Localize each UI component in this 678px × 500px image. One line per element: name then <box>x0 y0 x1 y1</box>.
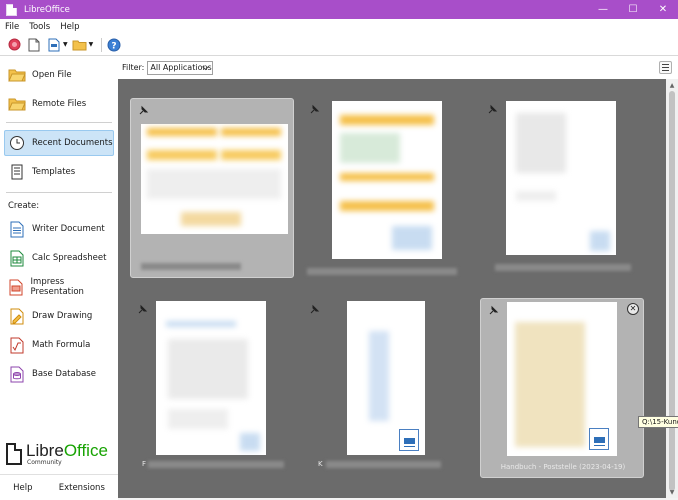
recent-document-card[interactable] <box>480 98 644 278</box>
writer-document-icon <box>589 428 609 450</box>
libreoffice-icon <box>6 3 17 16</box>
writer-icon <box>8 220 26 238</box>
filter-label: Filter: <box>122 63 145 72</box>
menu-help[interactable]: Help <box>60 22 79 32</box>
base-icon <box>8 365 26 383</box>
recent-document-card[interactable]: ✕ Handbuch - Poststelle (2023-04-19) <box>480 298 644 478</box>
document-thumbnail <box>507 302 617 456</box>
menu-tools[interactable]: Tools <box>29 22 50 32</box>
draw-icon <box>8 307 26 325</box>
help-icon: ? <box>107 38 121 51</box>
calc-icon <box>8 249 26 267</box>
stop-icon <box>8 38 20 51</box>
recent-document-card[interactable]: K <box>302 298 466 478</box>
filter-bar: Filter: All Applications <box>118 56 678 79</box>
folder-open-icon <box>8 66 26 84</box>
document-title-blurred <box>148 461 284 468</box>
logo-document-icon <box>6 443 22 465</box>
toolbar: ▼ ▼ ? <box>0 34 678 56</box>
maximize-button[interactable]: ☐ <box>618 0 648 19</box>
template-icon <box>48 38 60 51</box>
scroll-up-icon[interactable]: ▲ <box>668 81 676 89</box>
recent-document-card[interactable] <box>302 98 466 278</box>
remote-folder-icon <box>8 95 26 113</box>
path-tooltip: Q:\15-Kund <box>638 416 678 428</box>
recent-document-card[interactable] <box>130 98 294 278</box>
sidebar-footer: Help Extensions <box>0 474 118 500</box>
document-thumbnail <box>141 124 288 234</box>
logo-community: Community <box>27 458 62 466</box>
open-button[interactable] <box>72 37 88 53</box>
pin-icon[interactable] <box>139 105 149 115</box>
document-thumbnail <box>347 301 425 455</box>
chevron-down-icon <box>201 64 210 73</box>
pin-icon[interactable] <box>138 304 148 314</box>
help-button[interactable]: Help <box>13 483 32 493</box>
window-title: LibreOffice <box>24 4 70 15</box>
hamburger-menu-button[interactable] <box>659 61 672 74</box>
sidebar-item-remote-files[interactable]: Remote Files <box>4 91 114 117</box>
toolbar-separator <box>101 37 103 52</box>
sidebar-item-open-file[interactable]: Open File <box>4 62 114 88</box>
math-icon <box>8 336 26 354</box>
document-title: K <box>318 460 323 468</box>
minimize-button[interactable]: — <box>588 0 618 19</box>
document-title-blurred <box>307 268 457 275</box>
stop-button[interactable] <box>6 37 22 53</box>
logo-brand: LibreOffice <box>26 440 108 460</box>
pin-icon[interactable] <box>489 305 499 315</box>
new-document-button[interactable] <box>26 37 42 53</box>
chevron-down-icon[interactable]: ▼ <box>89 41 94 48</box>
svg-text:?: ? <box>112 41 117 51</box>
templates-toolbar-button[interactable] <box>46 37 62 53</box>
document-title-blurred <box>495 264 631 271</box>
close-button[interactable]: ✕ <box>648 0 678 19</box>
blank-document-icon <box>28 38 40 51</box>
sidebar-item-draw-drawing[interactable]: Draw Drawing <box>4 303 114 329</box>
sidebar-divider <box>6 192 112 193</box>
writer-document-icon <box>399 429 419 451</box>
clock-icon <box>8 134 26 152</box>
document-title: Handbuch - Poststelle (2023-04-19) <box>500 463 626 471</box>
start-center-sidebar: Open File Remote Files Recent Documents … <box>0 56 118 500</box>
document-title-blurred <box>326 461 441 468</box>
menu-bar: File Tools Help <box>0 19 678 34</box>
create-label: Create: <box>8 201 40 211</box>
document-thumbnail <box>506 101 616 255</box>
chevron-down-icon[interactable]: ▼ <box>63 41 68 48</box>
document-title: F <box>142 460 147 468</box>
libreoffice-logo: LibreOffice Community <box>6 440 114 468</box>
scroll-down-icon[interactable]: ▼ <box>668 488 676 496</box>
title-bar: LibreOffice — ☐ ✕ <box>0 0 678 19</box>
document-thumbnail <box>156 301 266 455</box>
document-thumbnail <box>332 101 442 259</box>
sidebar-divider <box>6 122 112 123</box>
document-title-blurred <box>141 263 241 270</box>
pin-icon[interactable] <box>310 304 320 314</box>
sidebar-item-recent-documents[interactable]: Recent Documents <box>4 130 114 156</box>
recent-document-card[interactable]: F <box>130 298 294 478</box>
impress-icon <box>8 278 25 296</box>
sidebar-item-calc-spreadsheet[interactable]: Calc Spreadsheet <box>4 245 114 271</box>
window-controls: — ☐ ✕ <box>588 0 678 19</box>
recent-documents-grid: F K ✕ Handbuch - Poststelle (2023-04-19) <box>118 79 666 498</box>
sidebar-item-templates[interactable]: Templates <box>4 159 114 185</box>
sidebar-item-writer-document[interactable]: Writer Document <box>4 216 114 242</box>
sidebar-item-math-formula[interactable]: Math Formula <box>4 332 114 358</box>
folder-icon <box>72 40 87 50</box>
pin-icon[interactable] <box>488 104 498 114</box>
pin-icon[interactable] <box>310 104 320 114</box>
remove-document-button[interactable]: ✕ <box>627 303 639 315</box>
scrollbar-thumb[interactable] <box>669 91 675 491</box>
filter-select[interactable]: All Applications <box>147 60 214 75</box>
extensions-button[interactable]: Extensions <box>59 483 105 493</box>
menu-file[interactable]: File <box>5 22 19 32</box>
vertical-scrollbar[interactable]: ▲ ▼ <box>666 79 678 498</box>
help-toolbar-button[interactable]: ? <box>106 37 122 53</box>
templates-icon <box>8 163 26 181</box>
sidebar-item-impress-presentation[interactable]: Impress Presentation <box>4 274 114 300</box>
sidebar-item-base-database[interactable]: Base Database <box>4 361 114 387</box>
